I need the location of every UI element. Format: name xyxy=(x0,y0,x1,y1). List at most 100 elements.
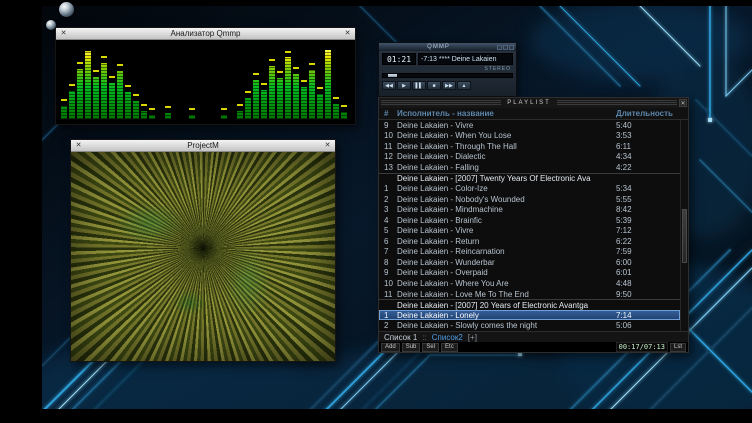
analyzer-bar xyxy=(141,44,147,119)
analyzer-bar xyxy=(125,44,131,119)
track-number: 1 xyxy=(379,311,397,320)
track-duration: 4:34 xyxy=(616,152,680,161)
player-titlebar[interactable]: QMMP xyxy=(379,43,516,51)
sub-button[interactable]: Sub xyxy=(402,343,421,352)
analyzer-bar xyxy=(101,44,107,119)
track-title: Deine Lakaien - Dialectic xyxy=(397,152,616,161)
analyzer-bar xyxy=(197,44,203,119)
track-duration: 6:00 xyxy=(616,258,680,267)
window-menu-icon[interactable]: ✕ xyxy=(59,29,68,38)
analyzer-bar xyxy=(277,44,283,119)
desktop-orb-icon[interactable] xyxy=(59,2,74,17)
playlist-group-row[interactable]: Deine Lakaien - [2007] 20 Years of Elect… xyxy=(379,299,680,310)
time-display[interactable]: 01:21 xyxy=(382,53,416,65)
etc-button[interactable]: Etc xyxy=(441,343,458,352)
track-number: 13 xyxy=(379,163,397,172)
playlist-row[interactable]: 1Deine Lakaien - Color-Ize5:34 xyxy=(379,183,680,194)
track-number: 5 xyxy=(379,226,397,235)
column-number: # xyxy=(379,109,397,118)
track-number: 1 xyxy=(379,184,397,193)
close-button[interactable] xyxy=(509,45,514,50)
track-number: 11 xyxy=(379,142,397,151)
track-title: Deine Lakaien - Vivre xyxy=(397,226,616,235)
play-button[interactable]: ▶ xyxy=(397,81,411,90)
shade-button[interactable] xyxy=(503,45,508,50)
playlist-column-header: # Исполнитель - название Длительность xyxy=(379,108,688,120)
playlist-row[interactable]: 13Deine Lakaien - Falling4:22 xyxy=(379,162,680,173)
track-title: Deine Lakaien - Where You Are xyxy=(397,279,616,288)
new-tab-button[interactable]: [+] xyxy=(468,333,477,342)
playlist-row[interactable]: 6Deine Lakaien - Return6:22 xyxy=(379,236,680,247)
track-duration: 7:12 xyxy=(616,226,680,235)
screen-border-bottom xyxy=(0,409,752,423)
projectm-close-icon[interactable]: ✕ xyxy=(323,141,332,150)
playlist-row[interactable]: 11Deine Lakaien - Through The Hall6:11 xyxy=(379,141,680,152)
playlist-scrollbar[interactable] xyxy=(680,120,688,331)
playlist-row[interactable]: 12Deine Lakaien - Dialectic4:34 xyxy=(379,152,680,163)
playlist-row[interactable]: 2Deine Lakaien - Slowly comes the night5… xyxy=(379,320,680,331)
track-duration: 6:22 xyxy=(616,237,680,246)
playlist-group-row[interactable]: Deine Lakaien - [2007] Twenty Years Of E… xyxy=(379,173,680,184)
playlist-row[interactable]: 8Deine Lakaien - Wunderbar6:00 xyxy=(379,257,680,268)
analyzer-bar xyxy=(85,44,91,119)
scrollbar-thumb[interactable] xyxy=(682,209,687,264)
eject-button[interactable]: ▲ xyxy=(457,81,471,90)
sel-button[interactable]: Sel xyxy=(422,343,439,352)
pause-button[interactable]: ▌▌ xyxy=(412,81,426,90)
next-button[interactable]: ▶▶ xyxy=(442,81,456,90)
projectm-titlebar[interactable]: ✕ ProjectM ✕ xyxy=(71,140,335,152)
analyzer-bars xyxy=(61,44,350,119)
track-number: 7 xyxy=(379,247,397,256)
playlist-row[interactable]: 9Deine Lakaien - Vivre5:40 xyxy=(379,120,680,131)
position-slider-thumb[interactable] xyxy=(388,74,397,77)
tab-playlist-2[interactable]: Список2 xyxy=(432,333,463,342)
tab-playlist-1[interactable]: Список 1 xyxy=(384,333,417,342)
titlebar-ridge xyxy=(557,100,677,106)
analyzer-bar xyxy=(173,44,179,119)
track-title: Deine Lakaien - Love Me To The End xyxy=(397,290,616,299)
track-title: Deine Lakaien - Lonely xyxy=(397,311,616,320)
analyzer-bar xyxy=(301,44,307,119)
stereo-indicator: STEREO xyxy=(484,66,511,72)
playlist-row[interactable]: 10Deine Lakaien - When You Lose3:53 xyxy=(379,131,680,142)
playlist-row[interactable]: 5Deine Lakaien - Vivre7:12 xyxy=(379,225,680,236)
player-info-row: STEREO xyxy=(379,66,516,72)
playlist-row[interactable]: 1Deine Lakaien - Lonely7:14 xyxy=(379,310,680,321)
playlist-row[interactable]: 7Deine Lakaien - Reincarnation7:59 xyxy=(379,247,680,258)
track-title: Deine Lakaien - Through The Hall xyxy=(397,142,616,151)
analyzer-bar xyxy=(213,44,219,119)
track-title: Deine Lakaien - Return xyxy=(397,237,616,246)
analyzer-bar xyxy=(253,44,259,119)
playlist-row[interactable]: 9Deine Lakaien - Overpaid6:01 xyxy=(379,268,680,279)
playlist-row[interactable]: 11Deine Lakaien - Love Me To The End9:50 xyxy=(379,289,680,300)
window-menu-icon[interactable]: ✕ xyxy=(74,141,83,150)
stop-button[interactable]: ■ xyxy=(427,81,441,90)
analyzer-bar xyxy=(189,44,195,119)
playlist-row[interactable]: 3Deine Lakaien - Mindmachine8:42 xyxy=(379,204,680,215)
playlist-tab-bar: Список 1 :: Список2 [+] xyxy=(379,331,688,342)
analyzer-bar xyxy=(309,44,315,119)
playlist-row[interactable]: 10Deine Lakaien - Where You Are4:48 xyxy=(379,278,680,289)
analyzer-titlebar[interactable]: ✕ Анализатор Qmmp ✕ xyxy=(56,28,355,40)
playlist-time-display: 00:17/07:13 xyxy=(616,342,668,352)
minimize-button[interactable] xyxy=(497,45,502,50)
previous-button[interactable]: ◀◀ xyxy=(382,81,396,90)
add-button[interactable]: Add xyxy=(381,343,400,352)
track-title: Deine Lakaien - Vivre xyxy=(397,121,616,130)
analyzer-close-icon[interactable]: ✕ xyxy=(343,29,352,38)
track-duration: 5:40 xyxy=(616,121,680,130)
playlist-row[interactable]: 4Deine Lakaien - Brainfic5:39 xyxy=(379,215,680,226)
track-number: 10 xyxy=(379,279,397,288)
position-slider[interactable] xyxy=(382,73,513,78)
analyzer-bar xyxy=(157,44,163,119)
playlist-row[interactable]: 2Deine Lakaien - Nobody's Wounded5:55 xyxy=(379,194,680,205)
track-duration: 6:11 xyxy=(616,142,680,151)
playlist-titlebar[interactable]: PLAYLIST ✕ xyxy=(379,98,688,108)
list-menu-button[interactable]: Lst xyxy=(670,343,686,352)
player-display: 01:21 -7:13 **** Deine Lakaien xyxy=(382,53,513,65)
analyzer-visualization xyxy=(56,40,355,124)
player-title: QMMP xyxy=(381,43,496,51)
track-duration: 9:50 xyxy=(616,290,680,299)
analyzer-bar xyxy=(293,44,299,119)
playlist-close-icon[interactable]: ✕ xyxy=(679,99,687,107)
